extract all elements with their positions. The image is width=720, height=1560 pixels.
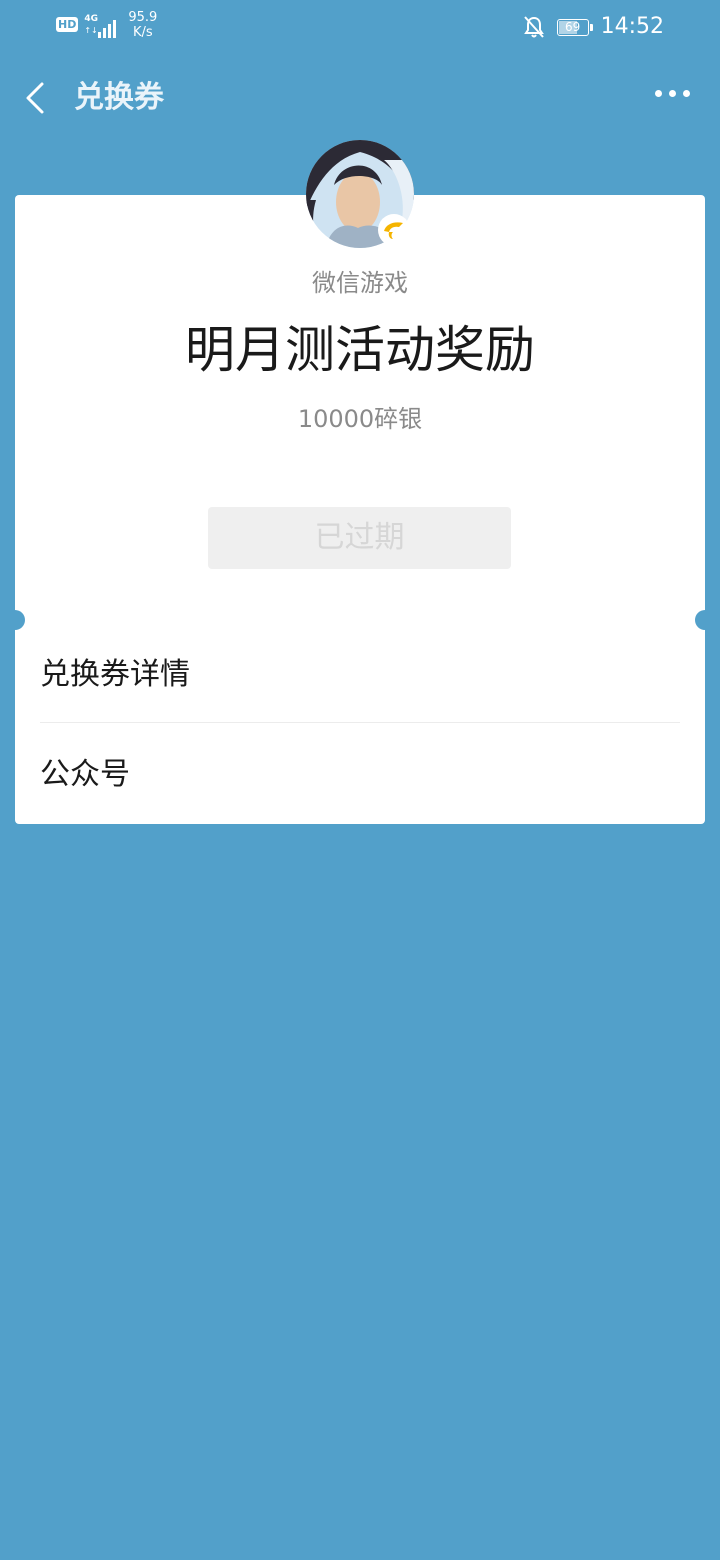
network-speed: 95.9 K/s — [128, 10, 157, 40]
bell-off-icon — [523, 16, 544, 38]
coupon-title: 明月测活动奖励 — [185, 321, 535, 379]
nav-bar: 兑换券 — [0, 60, 720, 136]
card-notch-left — [5, 610, 25, 630]
hd-icon: HD — [56, 17, 79, 32]
official-account-row[interactable]: 公众号 — [40, 755, 680, 795]
speed-unit: K/s — [132, 25, 153, 40]
page-title: 兑换券 — [74, 80, 164, 115]
speed-value: 95.9 — [128, 10, 158, 25]
more-button[interactable] — [655, 90, 690, 97]
more-dot — [683, 90, 690, 97]
network-arrows: ↑↓ — [84, 26, 98, 35]
divider — [40, 722, 680, 723]
battery-level: 69 — [564, 19, 581, 34]
org-name: 微信游戏 — [312, 269, 408, 297]
battery-icon: 69 — [556, 18, 593, 36]
signal-icon: 4G ↑↓ — [84, 14, 120, 42]
network-type: 4G — [84, 14, 98, 24]
coupon-card: 微信游戏 明月测活动奖励 10000碎银 已过期 兑换券详情 公众号 — [5, 195, 715, 824]
more-dot — [655, 90, 662, 97]
chevron-left-icon — [26, 82, 44, 114]
expired-button[interactable]: 已过期 — [208, 507, 511, 569]
clock: 14:52 — [600, 14, 664, 39]
back-button[interactable] — [20, 78, 60, 118]
signal-bars — [98, 18, 117, 38]
status-left: HD 4G ↑↓ 95.9 K/s — [56, 10, 157, 42]
coupon-details-row[interactable]: 兑换券详情 — [40, 655, 680, 695]
card-notch-right — [695, 610, 715, 630]
wechat-game-badge-icon — [378, 214, 410, 246]
status-bar: HD 4G ↑↓ 95.9 K/s 69 14:52 — [0, 0, 720, 54]
status-right: 69 14:52 — [523, 12, 664, 42]
coupon-value: 10000碎银 — [297, 405, 423, 433]
more-dot — [669, 90, 676, 97]
